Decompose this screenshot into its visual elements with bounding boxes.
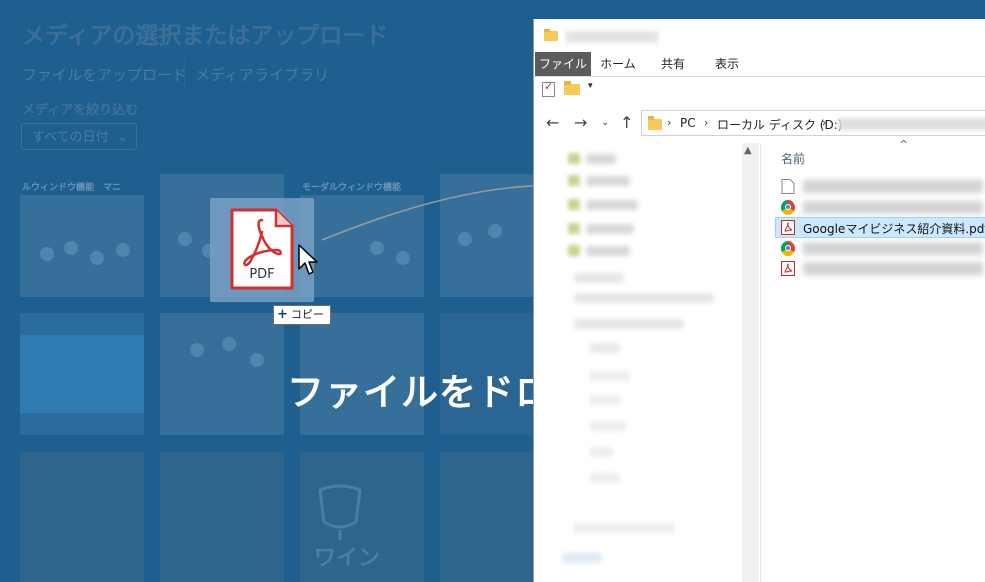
properties-icon[interactable] [542,80,555,97]
file-name-blurred [803,242,983,255]
file-name-blurred [803,262,983,275]
file-row[interactable] [775,197,985,218]
file-row-selected[interactable]: Googleマイビジネス紹介資料.pdf [775,217,985,238]
folder-icon [544,29,558,41]
nav-item-icon [568,223,580,234]
pdf-icon [781,261,795,276]
plus-icon: + [277,307,288,322]
copy-tooltip: + コピー [273,305,331,325]
blank-file-icon [781,179,795,194]
nav-item-blurred[interactable] [590,395,620,405]
navigation-bar: ← → ⌄ ↑ › PC › ローカル ディスク (D:) › [534,107,985,139]
nav-item-blurred[interactable] [562,553,602,563]
column-header-name[interactable]: 名前 [781,150,805,167]
pane-divider[interactable] [760,143,761,582]
ribbon-tab-file[interactable]: ファイル [535,52,591,76]
nav-item-blurred[interactable] [586,246,630,256]
nav-item-icon [568,245,580,256]
nav-item-blurred[interactable] [590,473,620,483]
explorer-titlebar[interactable] [534,19,985,52]
pdf-label: PDF [249,267,274,282]
chrome-icon [781,200,795,215]
address-bar[interactable]: › PC › ローカル ディスク (D:) › [641,110,985,136]
chrome-icon [781,241,795,256]
pdf-icon [781,220,795,235]
ribbon-tab-view[interactable]: 表示 [702,52,752,76]
file-name-blurred [803,180,983,193]
file-list: ^ 名前 Googleマイビジネス紹介資料.pdf [772,138,985,582]
new-folder-icon[interactable] [564,81,580,95]
nav-item-blurred[interactable] [590,343,620,353]
folder-icon [648,116,662,130]
breadcrumb-pc[interactable]: PC [680,116,696,130]
scroll-up-icon[interactable]: ▲ [744,145,752,156]
quick-access-toolbar: ▾ [534,77,985,103]
file-name-blurred [803,201,983,214]
nav-item-blurred[interactable] [574,293,714,303]
file-row[interactable] [775,176,985,197]
nav-item-blurred[interactable] [586,224,634,234]
ribbon-tabs: ファイル ホーム 共有 表示 [534,52,985,77]
nav-item-blurred[interactable] [586,176,630,186]
pdf-file-icon: PDF [230,208,294,290]
recent-locations-icon[interactable]: ⌄ [601,117,609,128]
forward-arrow-icon[interactable]: → [574,113,587,132]
file-row[interactable] [775,238,985,259]
breadcrumb-separator-icon[interactable]: › [822,116,826,129]
nav-item-blurred[interactable] [590,371,630,381]
breadcrumb-separator-icon[interactable]: › [704,116,708,129]
nav-item-blurred[interactable] [586,154,616,164]
file-row[interactable] [775,258,985,279]
nav-item-icon [568,175,580,186]
nav-item-blurred[interactable] [590,447,614,457]
nav-item-blurred[interactable] [574,273,624,283]
ribbon-tab-share[interactable]: 共有 [648,52,698,76]
up-arrow-icon[interactable]: ↑ [620,113,633,132]
file-name: Googleマイビジネス紹介資料.pdf [803,222,985,236]
sort-ascending-icon[interactable]: ^ [899,138,908,151]
customize-toolbar-icon[interactable]: ▾ [588,81,593,91]
nav-scrollbar[interactable] [742,143,759,582]
navigation-pane: ▲ [534,143,760,582]
nav-item-blurred[interactable] [590,421,626,431]
window-title-blurred [566,31,658,43]
ribbon-tab-home[interactable]: ホーム [594,52,642,76]
nav-item-icon [568,199,580,210]
nav-item-icon [568,153,580,164]
mouse-cursor-icon [298,244,318,275]
copy-tooltip-label: コピー [290,308,324,321]
nav-item-blurred[interactable] [574,523,674,533]
explorer-window: ファイル ホーム 共有 表示 ▾ ← → ⌄ ↑ › PC › ローカル ディス… [533,19,985,582]
breadcrumb-blurred [838,118,985,130]
back-arrow-icon[interactable]: ← [546,113,559,132]
nav-item-blurred[interactable] [586,200,638,210]
breadcrumb-separator-icon[interactable]: › [667,116,671,129]
nav-item-blurred[interactable] [574,319,684,329]
